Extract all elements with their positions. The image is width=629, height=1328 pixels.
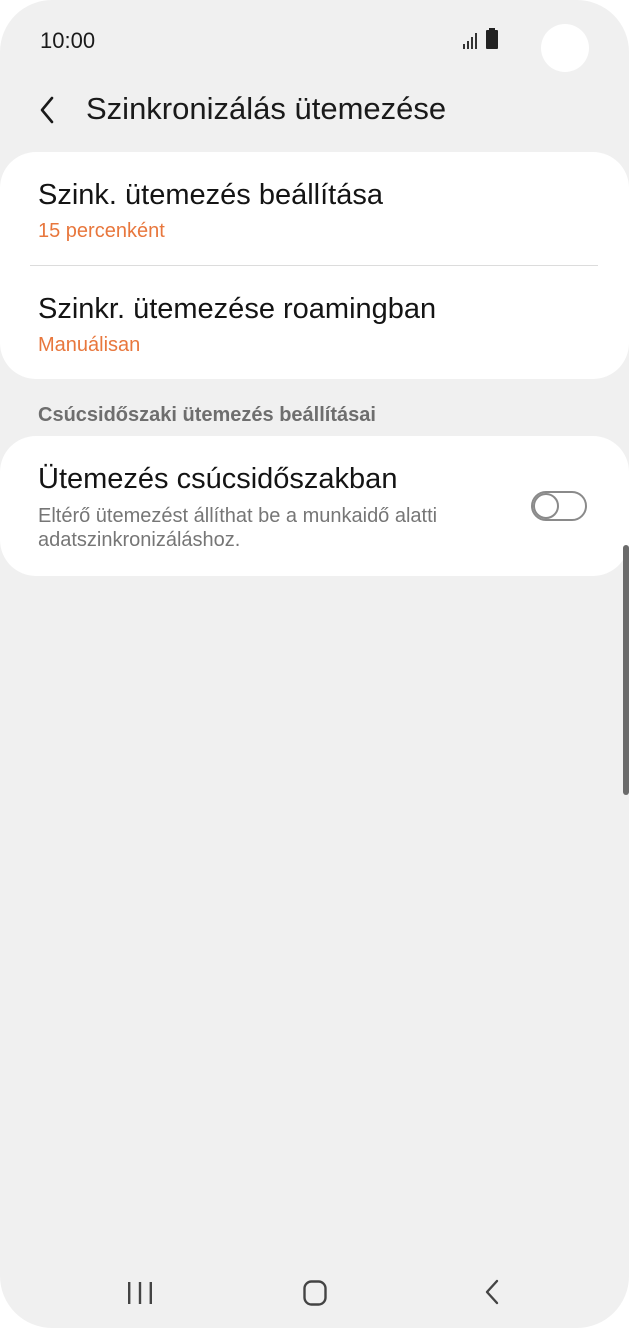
- phone-screen: 10:00 Szinkronizálás ütemezése Szink. üt…: [0, 0, 629, 1328]
- peak-schedule-card: Ütemezés csúcsidőszakban Eltérő ütemezés…: [0, 436, 629, 576]
- sync-schedule-title: Szink. ütemezés beállítása: [38, 179, 383, 211]
- page-title: Szinkronizálás ütemezése: [86, 91, 447, 126]
- roaming-schedule-row[interactable]: Szinkr. ütemezése roamingban Manuálisan: [0, 266, 629, 379]
- peak-schedule-title: Ütemezés csúcsidőszakban: [38, 463, 398, 495]
- peak-schedule-description: Eltérő ütemezést állíthat be a munkaidő …: [38, 505, 438, 551]
- toggle-knob: [533, 493, 559, 519]
- peak-schedule-toggle[interactable]: [531, 491, 587, 521]
- roaming-schedule-value: Manuálisan: [38, 334, 141, 356]
- sync-schedule-row[interactable]: Szink. ütemezés beállítása 15 percenként: [0, 152, 629, 265]
- status-time: 10:00: [40, 28, 96, 53]
- status-bar: 10:00: [0, 0, 629, 80]
- home-icon[interactable]: [303, 1280, 327, 1306]
- sync-schedule-card: Szink. ütemezés beállítása 15 percenként…: [0, 152, 629, 379]
- scroll-indicator[interactable]: [623, 545, 629, 795]
- sync-schedule-value: 15 percenként: [38, 220, 165, 242]
- back-icon[interactable]: [30, 90, 66, 130]
- peak-schedule-row[interactable]: Ütemezés csúcsidőszakban Eltérő ütemezés…: [0, 436, 629, 576]
- roaming-schedule-title: Szinkr. ütemezése roamingban: [38, 293, 437, 325]
- camera-cutout: [541, 24, 589, 72]
- signal-icon: [463, 33, 477, 49]
- battery-icon: [486, 28, 498, 49]
- section-header: Csúcsidőszaki ütemezés beállításai: [38, 404, 376, 426]
- header: Szinkronizálás ütemezése: [0, 80, 629, 144]
- recents-icon[interactable]: [126, 1280, 154, 1306]
- back-icon[interactable]: [483, 1278, 501, 1306]
- navigation-bar: [0, 1260, 629, 1328]
